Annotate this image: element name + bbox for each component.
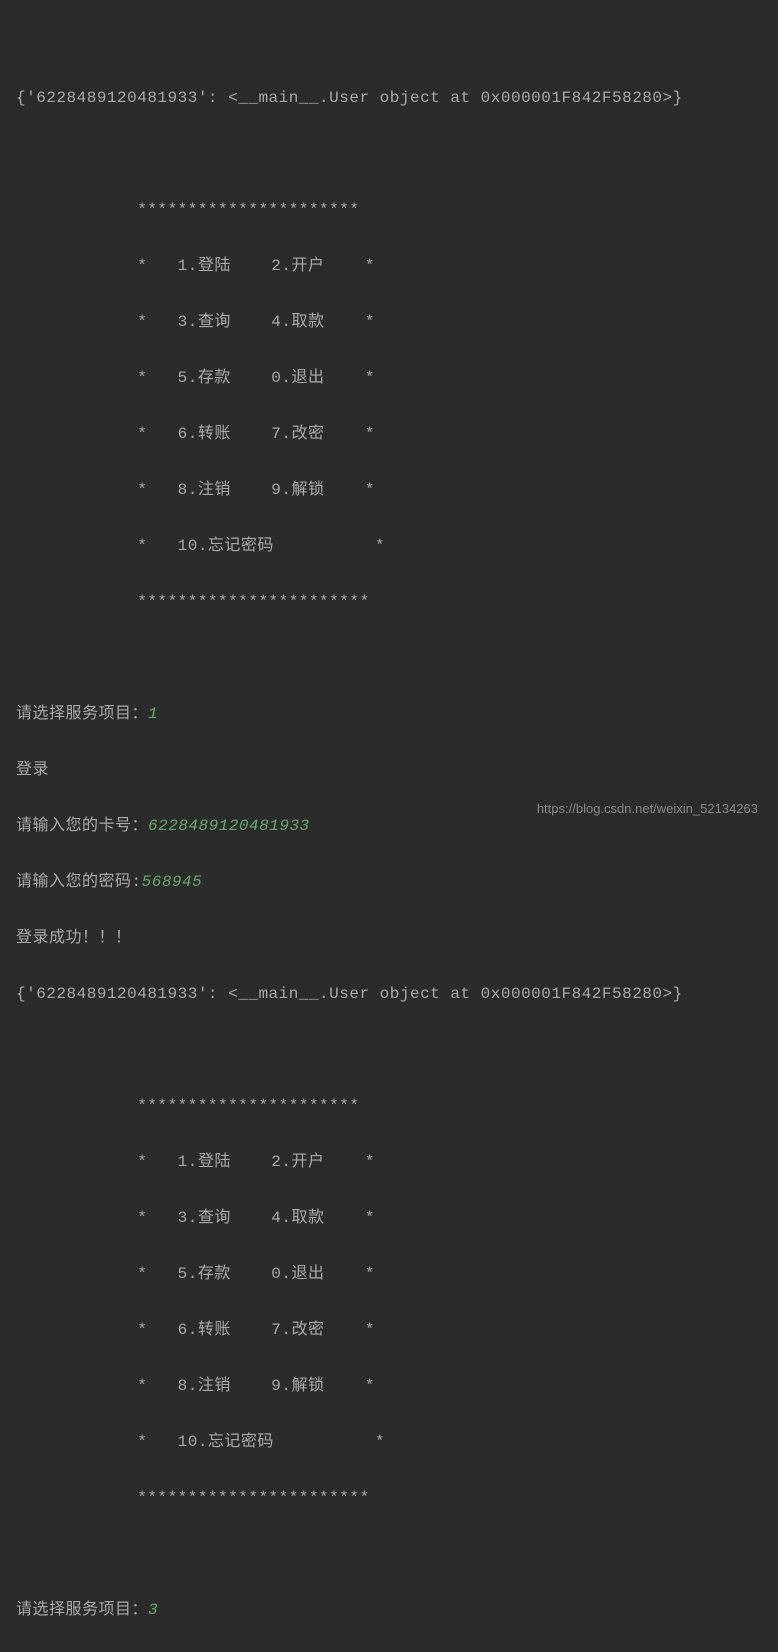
menu2-row-5: * 8.注销 9.解锁 * xyxy=(16,1372,762,1400)
prompt-password: 请输入您的密码:568945 xyxy=(16,868,762,896)
menu-border-bottom: *********************** xyxy=(16,588,762,616)
menu-row-1: * 1.登陆 2.开户 * xyxy=(16,252,762,280)
user-input-service-2: 3 xyxy=(148,1601,158,1619)
menu2-row-3: * 5.存款 0.退出 * xyxy=(16,1260,762,1288)
user-input-service: 1 xyxy=(148,705,158,723)
blank-line xyxy=(16,140,762,168)
login-label: 登录 xyxy=(16,756,762,784)
menu-row-6: * 10.忘记密码 * xyxy=(16,532,762,560)
blank-line xyxy=(16,1036,762,1064)
user-input-card: 6228489120481933 xyxy=(148,817,310,835)
menu2-row-4: * 6.转账 7.改密 * xyxy=(16,1316,762,1344)
menu2-border-top: ********************** xyxy=(16,1092,762,1120)
menu2-row-2: * 3.查询 4.取款 * xyxy=(16,1204,762,1232)
prompt-service-2: 请选择服务项目：3 xyxy=(16,1596,762,1624)
terminal-output: {'6228489120481933': <__main__.User obje… xyxy=(16,0,762,1652)
blank-line xyxy=(16,1540,762,1568)
menu-row-3: * 5.存款 0.退出 * xyxy=(16,364,762,392)
user-input-password: 568945 xyxy=(142,873,203,891)
menu2-border-bottom: *********************** xyxy=(16,1484,762,1512)
prompt-service: 请选择服务项目：1 xyxy=(16,700,762,728)
menu-row-5: * 8.注销 9.解锁 * xyxy=(16,476,762,504)
output-line xyxy=(16,28,762,56)
menu2-row-1: * 1.登陆 2.开户 * xyxy=(16,1148,762,1176)
blank-line xyxy=(16,644,762,672)
menu2-row-6: * 10.忘记密码 * xyxy=(16,1428,762,1456)
dict-output-2: {'6228489120481933': <__main__.User obje… xyxy=(16,980,762,1008)
menu-row-4: * 6.转账 7.改密 * xyxy=(16,420,762,448)
login-success: 登录成功！！！ xyxy=(16,924,762,952)
watermark-url: https://blog.csdn.net/weixin_52134263 xyxy=(537,798,758,821)
dict-output: {'6228489120481933': <__main__.User obje… xyxy=(16,84,762,112)
menu-row-2: * 3.查询 4.取款 * xyxy=(16,308,762,336)
menu-border-top: ********************** xyxy=(16,196,762,224)
